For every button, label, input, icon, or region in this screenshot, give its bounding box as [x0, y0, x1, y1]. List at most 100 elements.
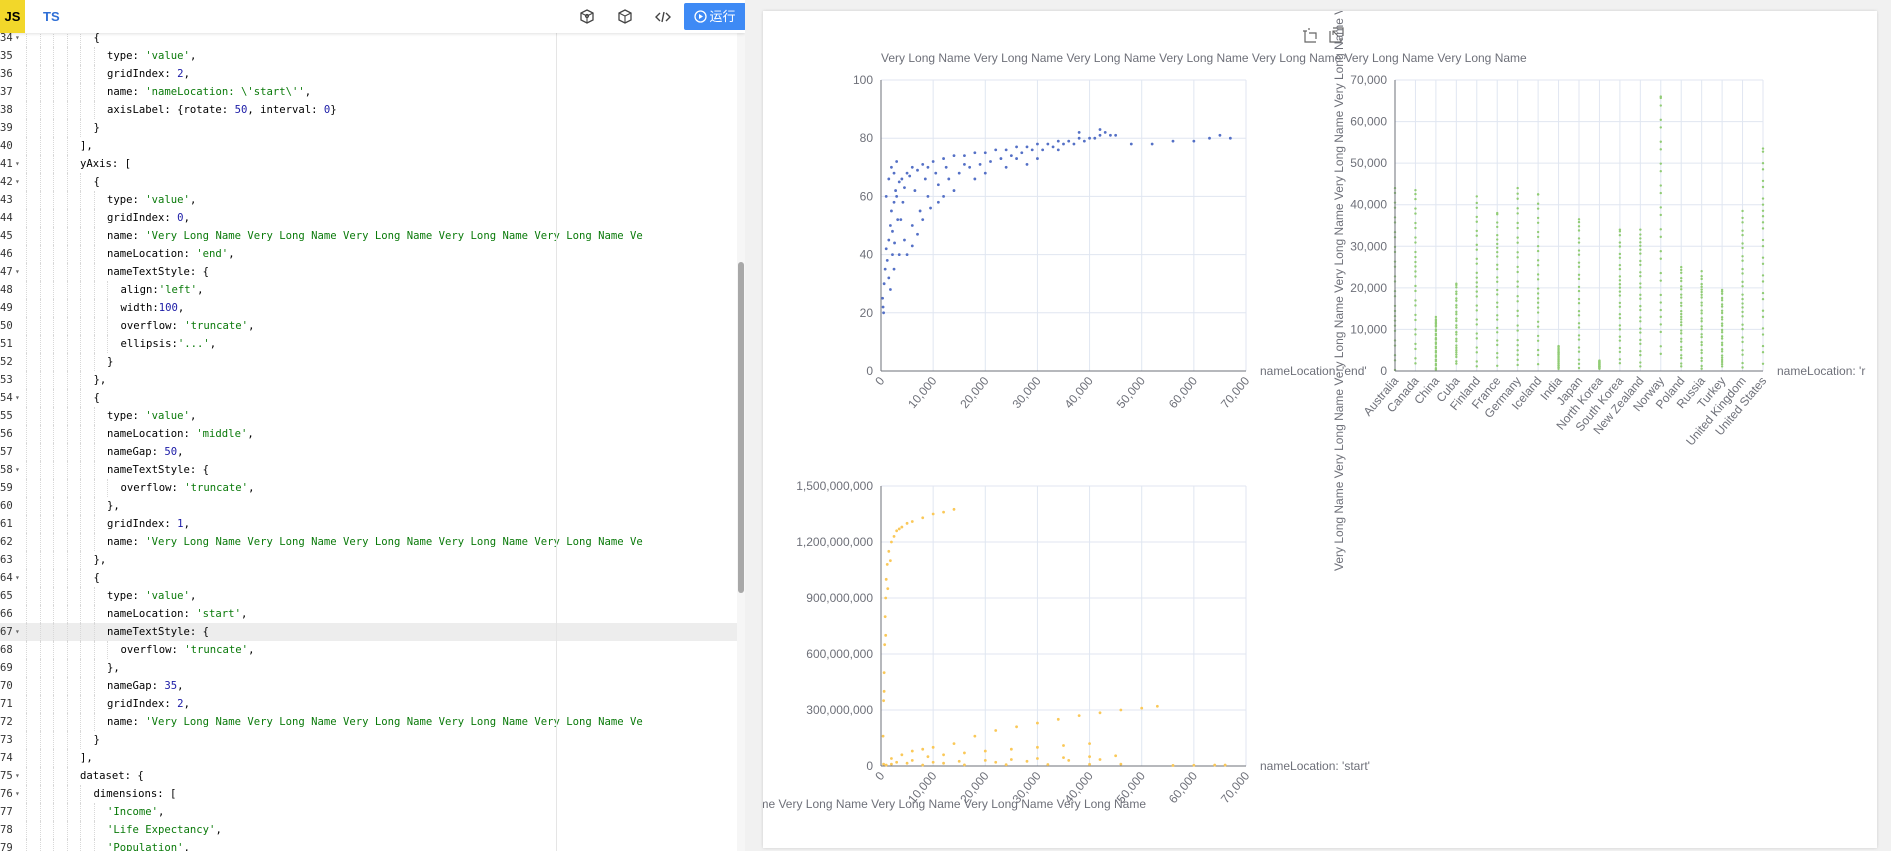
data-point	[1700, 367, 1703, 370]
data-point	[931, 512, 935, 516]
code-line[interactable]: 39}	[0, 119, 745, 137]
code-line[interactable]: 65 type: 'value',	[0, 587, 745, 605]
code-line[interactable]: 51 ellipsis:'...',	[0, 335, 745, 353]
indent-guide	[53, 605, 54, 623]
code-line[interactable]: 74],	[0, 749, 745, 767]
tab-ts[interactable]: TS	[43, 0, 60, 33]
data-point	[1720, 341, 1724, 344]
data-point	[1098, 128, 1102, 131]
code-line[interactable]: 77 'Income',	[0, 803, 745, 821]
data-point	[1475, 304, 1478, 307]
indent-guide	[66, 317, 68, 335]
fold-toggle-icon[interactable]: ▾	[15, 389, 20, 407]
data-point	[1577, 218, 1581, 221]
indent-guide	[66, 569, 68, 587]
data-point	[1659, 257, 1662, 260]
code-line[interactable]: 64 ▾ {	[0, 569, 745, 587]
code-line[interactable]: 41 ▾ yAxis: [	[0, 155, 745, 173]
code-line[interactable]: 42 ▾ {	[0, 173, 745, 191]
data-point	[1598, 359, 1601, 362]
data-point	[1496, 318, 1499, 321]
data-point	[931, 760, 935, 764]
code-line[interactable]: 66 nameLocation: 'start',	[0, 605, 745, 623]
code-line[interactable]: 76 ▾ dimensions: [	[0, 785, 745, 803]
code-line[interactable]: 53},	[0, 371, 745, 389]
code-line[interactable]: 49 width:100,	[0, 299, 745, 317]
code-editor[interactable]: 34 ▾{35 type: 'value', 36 gridIndex: 2, 37 nam…	[0, 0, 745, 851]
indent-guide	[80, 119, 81, 137]
fold-toggle-icon[interactable]: ▾	[15, 461, 20, 479]
code-line[interactable]: 60},	[0, 497, 745, 515]
editor-scrollbar-thumb[interactable]	[738, 262, 744, 593]
code-line[interactable]: 68 overflow: 'truncate',	[0, 641, 745, 659]
code-line[interactable]: 52}	[0, 353, 745, 371]
code-line[interactable]: 43 type: 'value',	[0, 191, 745, 209]
code-line[interactable]: 61 gridIndex: 1,	[0, 515, 745, 533]
code-line[interactable]: 78 'Life Expectancy',	[0, 821, 745, 839]
fold-toggle-icon[interactable]: ▾	[15, 155, 20, 173]
fold-toggle-icon[interactable]: ▾	[15, 785, 20, 803]
indent-guide	[80, 803, 81, 821]
code-line[interactable]: 79 'Population',	[0, 839, 745, 851]
code-line[interactable]: 72 name: 'Very Long Name Very Long Name V…	[0, 713, 745, 731]
fold-toggle-icon[interactable]: ▾	[15, 173, 20, 191]
data-point	[1414, 328, 1417, 331]
run-button[interactable]: 运行	[684, 3, 745, 30]
code-line[interactable]: 57 nameGap: 50,	[0, 443, 745, 461]
code-line[interactable]: 56 nameLocation: 'middle',	[0, 425, 745, 443]
code-line[interactable]: 62 name: 'Very Long Name Very Long Name V…	[0, 533, 745, 551]
code-icon[interactable]	[654, 8, 672, 26]
indent-guide	[39, 245, 41, 263]
data-point	[1496, 331, 1499, 334]
indent-guide	[53, 839, 54, 851]
indent-guide	[66, 299, 68, 317]
data-point	[881, 296, 884, 300]
code-line[interactable]: 70 nameGap: 35,	[0, 677, 745, 695]
code-line[interactable]: 37 name: 'nameLocation: \'start\'',	[0, 83, 745, 101]
code-line[interactable]: 36 gridIndex: 2,	[0, 65, 745, 83]
indent-guide	[39, 821, 41, 839]
fold-toggle-icon[interactable]: ▾	[15, 767, 20, 785]
code-line[interactable]: 46 nameLocation: 'end',	[0, 245, 745, 263]
data-point	[1414, 289, 1417, 293]
code-line[interactable]: 35 type: 'value',	[0, 47, 745, 65]
code-line[interactable]: 59 overflow: 'truncate',	[0, 479, 745, 497]
code-area[interactable]: 34 ▾{35 type: 'value', 36 gridIndex: 2, 37 nam…	[0, 29, 745, 851]
code-line[interactable]: 58 ▾ nameTextStyle: {	[0, 461, 745, 479]
code-line[interactable]: 75 ▾ dataset: {	[0, 767, 745, 785]
data-zoom-icon[interactable]	[1303, 28, 1317, 43]
data-point	[1659, 271, 1662, 275]
fold-toggle-icon[interactable]: ▾	[15, 623, 20, 641]
data-point	[942, 753, 945, 757]
code-line[interactable]: 45 name: 'Very Long Name Very Long Name V…	[0, 227, 745, 245]
code-line[interactable]: 71 gridIndex: 2,	[0, 695, 745, 713]
line-number: 38	[0, 104, 13, 116]
data-point	[963, 154, 966, 158]
code-line[interactable]: 54 ▾ {	[0, 389, 745, 407]
code-line[interactable]: 44 gridIndex: 0,	[0, 209, 745, 227]
code-line[interactable]: 73}	[0, 731, 745, 749]
code-line[interactable]: 55 type: 'value',	[0, 407, 745, 425]
code-line[interactable]: 67 ▾ nameTextStyle: {	[0, 623, 745, 641]
data-point	[1536, 259, 1540, 262]
code-line[interactable]: 47 ▾ nameTextStyle: {	[0, 263, 745, 281]
code-line[interactable]: 40],	[0, 137, 745, 155]
data-point	[1475, 285, 1478, 289]
data-point	[1072, 142, 1076, 146]
data-point	[1077, 714, 1081, 717]
fold-toggle-icon[interactable]: ▾	[15, 263, 20, 281]
data-point	[1659, 95, 1662, 98]
tab-js[interactable]: JS	[0, 0, 25, 33]
line-number: 68	[0, 644, 13, 656]
code-line[interactable]: 48 align:'left',	[0, 281, 745, 299]
box-icon[interactable]	[616, 8, 634, 26]
data-point	[913, 189, 917, 192]
code-line[interactable]: 38 axisLabel: {rotate: 50, interval: 0}	[0, 101, 745, 119]
code-line[interactable]: 63},	[0, 551, 745, 569]
code-line[interactable]: 69},	[0, 659, 745, 677]
cube-outline-icon[interactable]	[578, 8, 596, 26]
fold-toggle-icon[interactable]: ▾	[15, 569, 20, 587]
indent-guide	[66, 83, 68, 101]
data-point	[888, 224, 892, 227]
code-line[interactable]: 50 overflow: 'truncate',	[0, 317, 745, 335]
